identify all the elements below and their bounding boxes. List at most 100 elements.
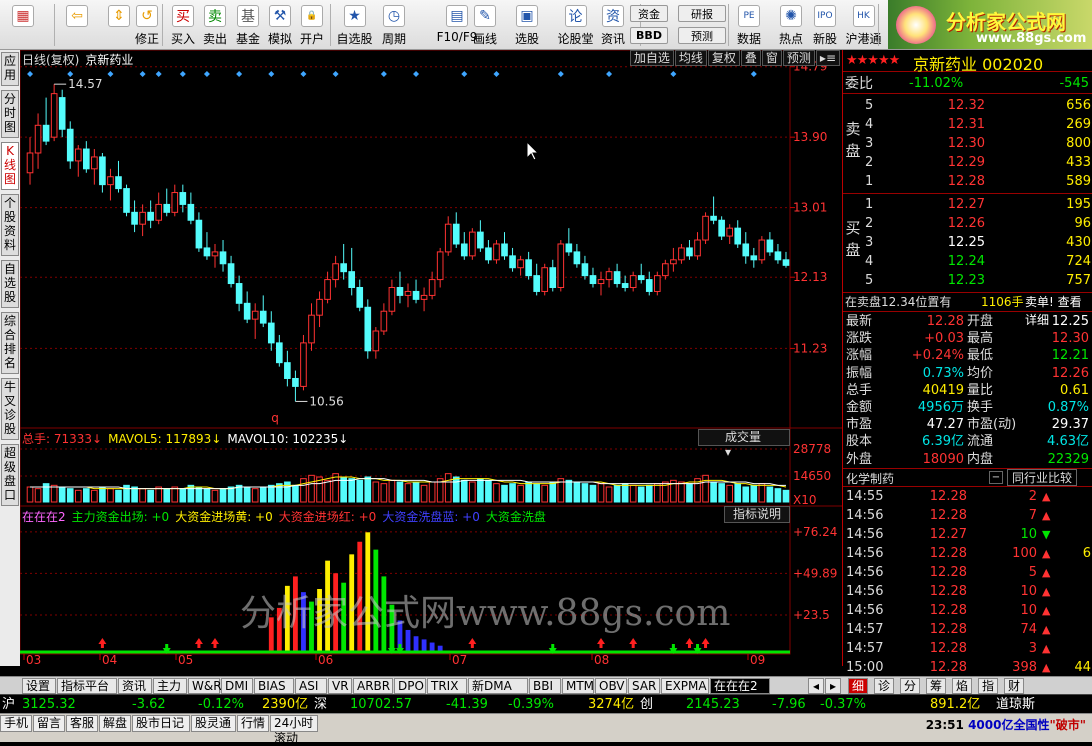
- kline-chart-area[interactable]: 14.79 13.90 13.01 12.13 11.23 14.57 10.56 q 2877…: [19, 49, 842, 667]
- quote-tab-4[interactable]: 筹: [926, 678, 946, 694]
- status-button-8[interactable]: 24小时滚动: [270, 715, 318, 745]
- toolbar-button-1[interactable]: ▦: [6, 2, 40, 48]
- sidebar-tab-6[interactable]: 综合排名: [1, 312, 19, 374]
- indicator-header-item: 大资金洗盘蓝: +0: [382, 510, 480, 524]
- toolbar-button-10[interactable]: ★ 自选股: [335, 2, 374, 48]
- indicator-tab-16[interactable]: OBV: [595, 678, 627, 694]
- toolbar-button-16[interactable]: 资资讯: [598, 2, 628, 48]
- yanbao-button[interactable]: 研报: [678, 5, 726, 22]
- toolbar-button-18[interactable]: ✺ 热点: [776, 2, 806, 48]
- chart-top-button-4[interactable]: 叠: [740, 50, 761, 66]
- sidebar-tab-1[interactable]: 应用: [1, 52, 19, 86]
- chart-top-button-1[interactable]: 加自选: [629, 50, 674, 66]
- sidebar-tab-8[interactable]: 超级盘口: [1, 444, 19, 506]
- indicator-tab-2[interactable]: 指标平台: [57, 678, 117, 694]
- indicator-tab-17[interactable]: SAR: [628, 678, 660, 694]
- toolbar-button-7[interactable]: 基基金: [233, 2, 263, 48]
- indicator-tab-18[interactable]: EXPMA: [661, 678, 709, 694]
- volume-bar: [219, 488, 227, 503]
- indicator-tab-8[interactable]: ASI: [295, 678, 327, 694]
- bbd-button[interactable]: BBD: [630, 27, 668, 44]
- quote-tab-7[interactable]: 财: [1004, 678, 1024, 694]
- sidebar-tab-3[interactable]: K线图: [1, 142, 19, 190]
- quote-tab-1[interactable]: 细: [848, 678, 868, 694]
- indicator-tab-13[interactable]: 新DMA: [468, 678, 528, 694]
- big-order-alert[interactable]: 在卖盘12.34位置有 1106手 卖单! 查看详细: [843, 292, 1092, 327]
- indicator-tab-3[interactable]: 资讯: [118, 678, 152, 694]
- indicator-tab-14[interactable]: BBI: [529, 678, 561, 694]
- toolbar-button-14[interactable]: ▣ 选股: [512, 2, 542, 48]
- stock-name-code[interactable]: 京新药业 002020: [913, 51, 1043, 75]
- toolbar-button-5[interactable]: 买买入: [168, 2, 198, 48]
- toolbar-button-4[interactable]: ↺ 修正: [132, 2, 162, 48]
- sidebar-tab-4[interactable]: 个股资料: [1, 194, 19, 256]
- indicator-tab-4[interactable]: 主力: [153, 678, 187, 694]
- indicator-tab-15[interactable]: MTM: [562, 678, 594, 694]
- volume-dropdown[interactable]: 成交量 ▾: [698, 429, 790, 459]
- buy-level-2[interactable]: 2 12.26 96: [865, 214, 1091, 233]
- indicator-tab-9[interactable]: VR: [328, 678, 352, 694]
- status-button-5[interactable]: 股市日记: [132, 715, 190, 732]
- chart-menu-icon[interactable]: ▸≡: [815, 50, 840, 66]
- toolbar-button-6[interactable]: 卖卖出: [200, 2, 230, 48]
- quote-tab-3[interactable]: 分: [900, 678, 920, 694]
- toolbar-button-9[interactable]: 🔒 开户: [297, 2, 327, 48]
- toolbar-button-19[interactable]: IPO 新股: [810, 2, 840, 48]
- candle-body: [115, 176, 122, 190]
- buy-level-4[interactable]: 4 12.24 724: [865, 252, 1091, 271]
- sell-level-1[interactable]: 1 12.28 589: [865, 172, 1091, 191]
- chart-top-button-3[interactable]: 复权: [707, 50, 740, 66]
- industry-compare-button[interactable]: 同行业比较: [1007, 469, 1078, 486]
- indicator-tab-10[interactable]: ARBR: [353, 678, 393, 694]
- tab-scroll-left-icon[interactable]: ◂: [808, 678, 824, 694]
- sidebar-tab-7[interactable]: 牛叉诊股: [1, 378, 19, 440]
- status-button-6[interactable]: 股灵通: [191, 715, 236, 732]
- sell-level-2[interactable]: 2 12.29 433: [865, 153, 1091, 172]
- toolbar-button-2[interactable]: ⇦: [60, 2, 94, 48]
- sell-level-3[interactable]: 3 12.30 800: [865, 134, 1091, 153]
- chart-top-button-2[interactable]: 均线: [674, 50, 707, 66]
- tab-scroll-right-icon[interactable]: ▸: [825, 678, 841, 694]
- volume-bar: [42, 483, 50, 503]
- toolbar-button-3[interactable]: ⇕: [102, 2, 136, 48]
- indicator-tab-6[interactable]: DMI: [221, 678, 253, 694]
- status-button-1[interactable]: 手机: [0, 715, 32, 732]
- buy-level-1[interactable]: 1 12.27 195: [865, 195, 1091, 214]
- sidebar-tab-2[interactable]: 分时图: [1, 90, 19, 138]
- quote-tab-6[interactable]: 指: [978, 678, 998, 694]
- candle: [581, 255, 589, 280]
- chart-top-button-6[interactable]: 预测: [782, 50, 815, 66]
- sell-level-5[interactable]: 5 12.32 656: [865, 96, 1091, 115]
- news-ticker-1[interactable]: 4000亿全国性: [968, 718, 1049, 732]
- chart-top-button-5[interactable]: 窗: [761, 50, 782, 66]
- news-ticker-2[interactable]: "破市": [1049, 718, 1086, 732]
- status-button-7[interactable]: 行情: [237, 715, 269, 732]
- indicator-tab-7[interactable]: BIAS: [254, 678, 294, 694]
- status-button-4[interactable]: 解盘: [99, 715, 131, 732]
- indicator-tab-12[interactable]: TRIX: [427, 678, 467, 694]
- toolbar-button-11[interactable]: ◷ 周期: [379, 2, 409, 48]
- toolbar-button-13[interactable]: ✎ 画线: [470, 2, 500, 48]
- buy-level-3[interactable]: 3 12.25 430: [865, 233, 1091, 252]
- quote-tab-5[interactable]: 焰: [952, 678, 972, 694]
- status-button-3[interactable]: 客服: [66, 715, 98, 732]
- volume-bar: [710, 481, 717, 503]
- yuce-button[interactable]: 预测: [678, 27, 726, 44]
- quote-tab-2[interactable]: 诊: [874, 678, 894, 694]
- indicator-tab-11[interactable]: DPO: [394, 678, 426, 694]
- toolbar-button-15[interactable]: 论论股堂: [556, 2, 595, 48]
- indicator-tab-1[interactable]: 设置: [22, 678, 56, 694]
- indicator-help-button[interactable]: 指标说明: [724, 506, 790, 523]
- status-button-2[interactable]: 留言: [33, 715, 65, 732]
- toolbar-button-8[interactable]: ⚒ 模拟: [265, 2, 295, 48]
- indicator-tab-19[interactable]: 在在在2: [710, 678, 770, 694]
- indicator-tab-5[interactable]: W&R: [188, 678, 222, 694]
- toolbar-button-17[interactable]: PE 数据: [734, 2, 764, 48]
- sell-level-4[interactable]: 4 12.31 269: [865, 115, 1091, 134]
- zijin-button[interactable]: 资金: [630, 5, 668, 22]
- industry-dropdown-icon[interactable]: −: [989, 471, 1003, 484]
- sidebar-tab-5[interactable]: 自选股: [1, 260, 19, 308]
- buy-level-5[interactable]: 5 12.23 757: [865, 271, 1091, 290]
- kline-chart[interactable]: 14.7913.9013.0112.1311.2314.5710.56q2877…: [19, 49, 842, 667]
- stat-key: 涨幅: [846, 348, 873, 364]
